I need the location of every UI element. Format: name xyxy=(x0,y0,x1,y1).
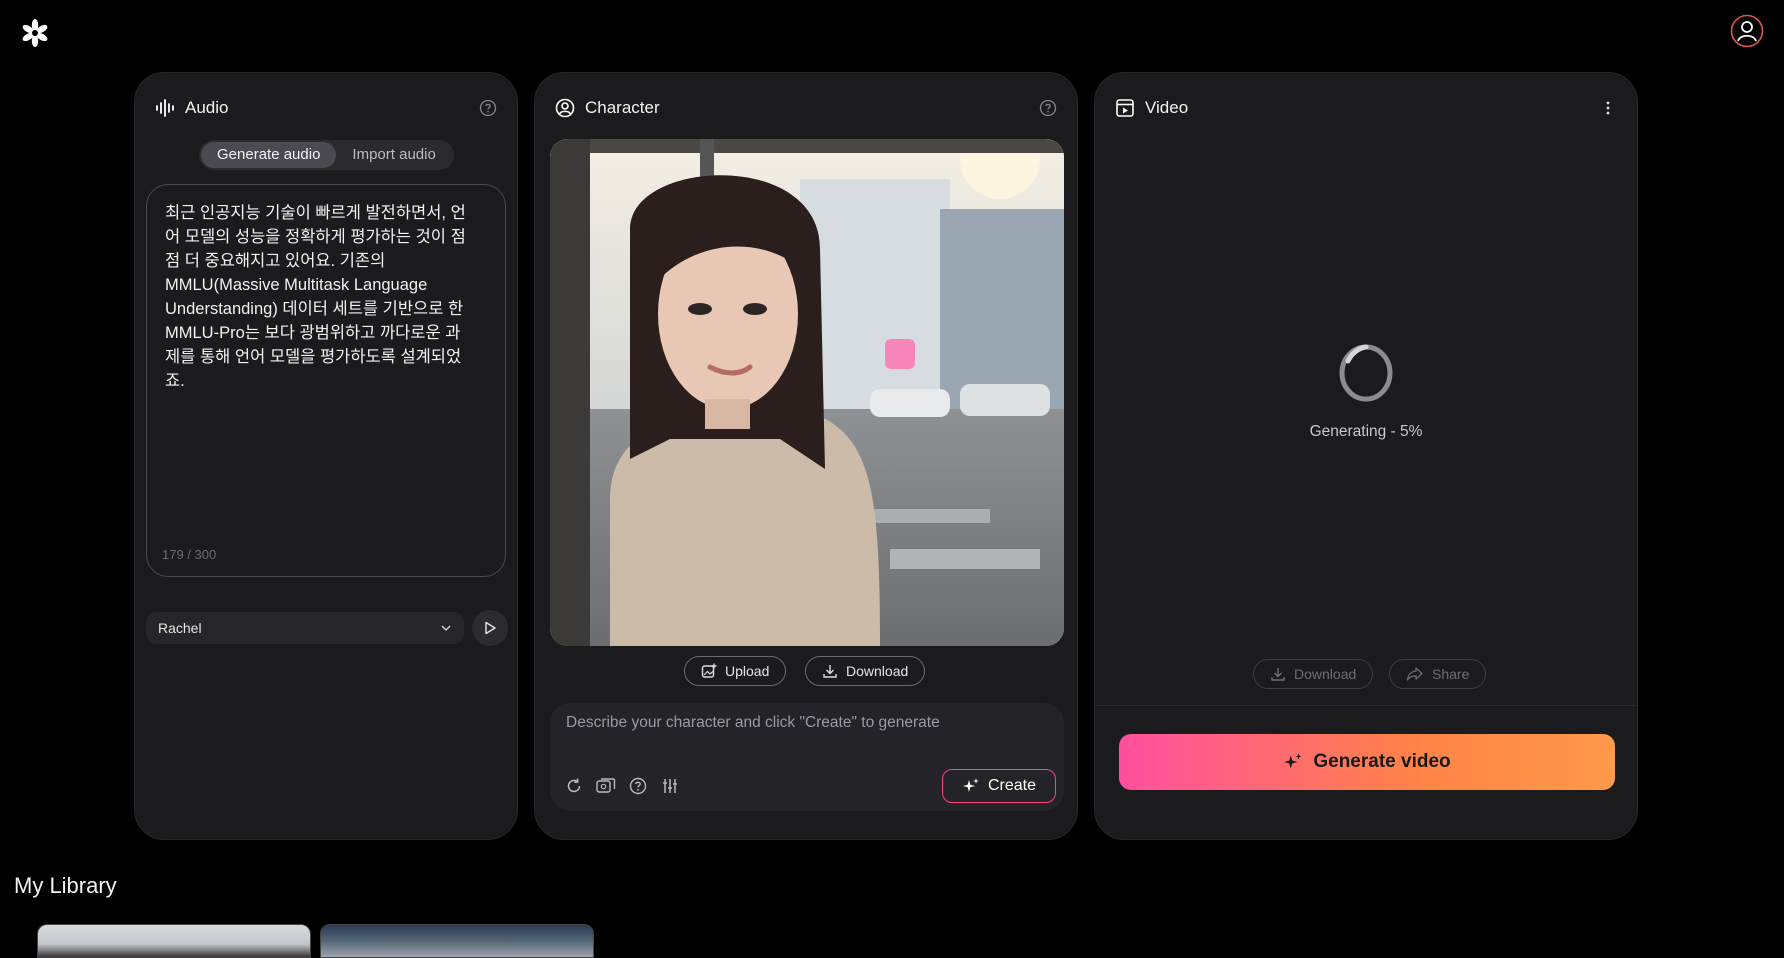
share-icon xyxy=(1406,667,1423,681)
create-label: Create xyxy=(987,777,1037,794)
download-label: Download xyxy=(846,663,909,679)
script-text: 최근 인공지능 기술이 빠르게 발전하면서, 언 어 모델의 성능을 정확하게 … xyxy=(165,204,466,390)
audio-header: Audio xyxy=(155,93,497,123)
loading-spinner-icon xyxy=(1339,344,1393,402)
audio-mode-switch: Generate audio Import audio xyxy=(199,140,454,170)
tab-import-audio[interactable]: Import audio xyxy=(336,142,451,168)
video-share-label: Share xyxy=(1432,666,1470,682)
character-prompt-input[interactable]: Describe your character and click "Creat… xyxy=(550,703,1064,811)
user-circle-icon xyxy=(555,98,575,118)
video-download-label: Download xyxy=(1294,666,1357,682)
sliders-icon[interactable] xyxy=(660,776,680,796)
voice-select[interactable]: Rachel xyxy=(146,612,464,644)
create-button[interactable]: Create xyxy=(942,769,1056,803)
sparkle-icon xyxy=(962,778,979,792)
library-thumbnail[interactable] xyxy=(37,924,311,958)
library-thumbnail[interactable] xyxy=(320,924,594,958)
download-image-button[interactable]: Download xyxy=(805,656,926,686)
logo-icon[interactable] xyxy=(20,18,50,48)
download-video-button[interactable]: Download xyxy=(1253,659,1374,689)
generation-status: Generating - 5% xyxy=(1309,423,1423,440)
help-icon[interactable] xyxy=(479,99,497,117)
sparkle-icon xyxy=(1284,753,1303,769)
character-panel: Character Upload Download Describe your … xyxy=(534,72,1078,840)
waveform-icon xyxy=(156,99,174,117)
video-icon xyxy=(1116,99,1134,117)
generate-video-button[interactable]: Generate video xyxy=(1119,734,1615,790)
video-header: Video xyxy=(1115,93,1617,123)
character-header: Character xyxy=(555,93,1057,123)
download-icon xyxy=(823,665,837,678)
play-icon xyxy=(485,621,496,635)
download-icon xyxy=(1271,668,1285,681)
generate-video-label: Generate video xyxy=(1313,751,1451,772)
profile-icon[interactable] xyxy=(1730,14,1764,48)
character-image xyxy=(550,139,1064,646)
image-upload-icon xyxy=(701,663,717,678)
chevron-down-icon xyxy=(441,625,451,632)
upload-button[interactable]: Upload xyxy=(684,656,787,686)
share-video-button[interactable]: Share xyxy=(1389,659,1487,689)
divider xyxy=(1095,705,1637,706)
upload-label: Upload xyxy=(725,663,770,679)
app-root: Audio Generate audio Import audio 최근 인공지… xyxy=(0,0,1784,958)
refresh-icon[interactable] xyxy=(564,776,584,796)
script-textarea[interactable]: 최근 인공지능 기술이 빠르게 발전하면서, 언 어 모델의 성능을 정확하게 … xyxy=(146,184,506,577)
help-icon[interactable] xyxy=(1039,99,1057,117)
character-counter: 179 / 300 xyxy=(162,547,217,562)
voice-select-value: Rachel xyxy=(158,620,202,636)
library-title: My Library xyxy=(14,873,117,898)
tab-generate-audio[interactable]: Generate audio xyxy=(201,142,337,168)
more-vertical-icon[interactable] xyxy=(1599,99,1617,117)
play-voice-button[interactable] xyxy=(472,610,508,646)
character-title: Character xyxy=(585,98,660,117)
help-icon[interactable] xyxy=(628,776,648,796)
video-panel: Video Generating - 5% Download Share Gen… xyxy=(1094,72,1638,840)
audio-title: Audio xyxy=(185,98,229,117)
prompt-placeholder: Describe your character and click "Creat… xyxy=(566,714,940,731)
prompt-toolbar xyxy=(564,776,680,796)
video-title: Video xyxy=(1145,98,1189,117)
audio-panel: Audio Generate audio Import audio 최근 인공지… xyxy=(134,72,518,840)
images-icon[interactable] xyxy=(596,776,616,796)
